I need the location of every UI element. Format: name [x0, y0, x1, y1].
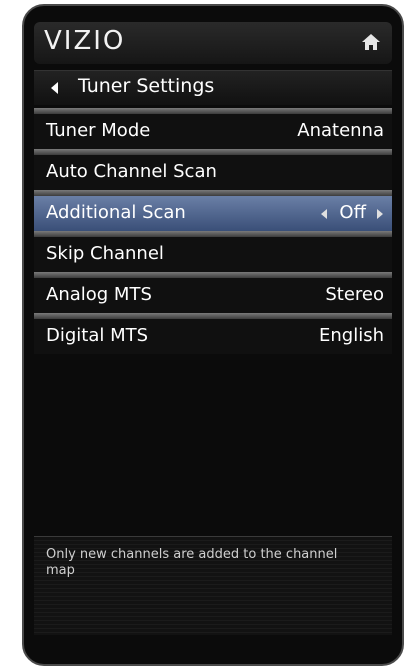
menu-item-label: Auto Channel Scan: [46, 161, 217, 182]
menu-item-label: Skip Channel: [46, 243, 164, 264]
menu-item-value: English: [319, 325, 384, 346]
menu-item-tuner-mode[interactable]: Tuner Mode Anatenna: [34, 114, 392, 149]
top-bar: VIZIO: [34, 22, 392, 64]
menu-item-auto-channel-scan[interactable]: Auto Channel Scan: [34, 155, 392, 190]
chevron-left-icon[interactable]: [320, 208, 328, 220]
menu-item-value: Off: [339, 202, 366, 223]
home-icon[interactable]: [360, 31, 382, 53]
menu-item-label: Digital MTS: [46, 325, 149, 346]
back-arrow-icon[interactable]: [48, 81, 62, 95]
menu-item-value: Stereo: [325, 284, 384, 305]
menu-item-label: Additional Scan: [46, 202, 186, 223]
page-title: Tuner Settings: [78, 75, 215, 97]
menu-item-value: Anatenna: [297, 120, 384, 141]
menu-title-bar[interactable]: Tuner Settings: [34, 70, 392, 105]
tv-menu-panel: VIZIO Tuner Settings Tuner Mode Anatenna…: [22, 4, 404, 666]
chevron-right-icon[interactable]: [376, 208, 384, 220]
menu-item-label: Analog MTS: [46, 284, 152, 305]
help-text: Only new channels are added to the chann…: [46, 547, 338, 578]
menu-item-skip-channel[interactable]: Skip Channel: [34, 237, 392, 272]
menu-item-analog-mts[interactable]: Analog MTS Stereo: [34, 278, 392, 313]
menu-item-additional-scan[interactable]: Additional Scan Off: [34, 196, 392, 231]
vizio-logo: VIZIO: [44, 26, 126, 56]
menu-item-digital-mts[interactable]: Digital MTS English: [34, 319, 392, 354]
help-panel: Only new channels are added to the chann…: [34, 536, 392, 635]
tuner-settings-menu: Tuner Mode Anatenna Auto Channel Scan Ad…: [34, 108, 392, 354]
menu-item-label: Tuner Mode: [46, 120, 151, 141]
